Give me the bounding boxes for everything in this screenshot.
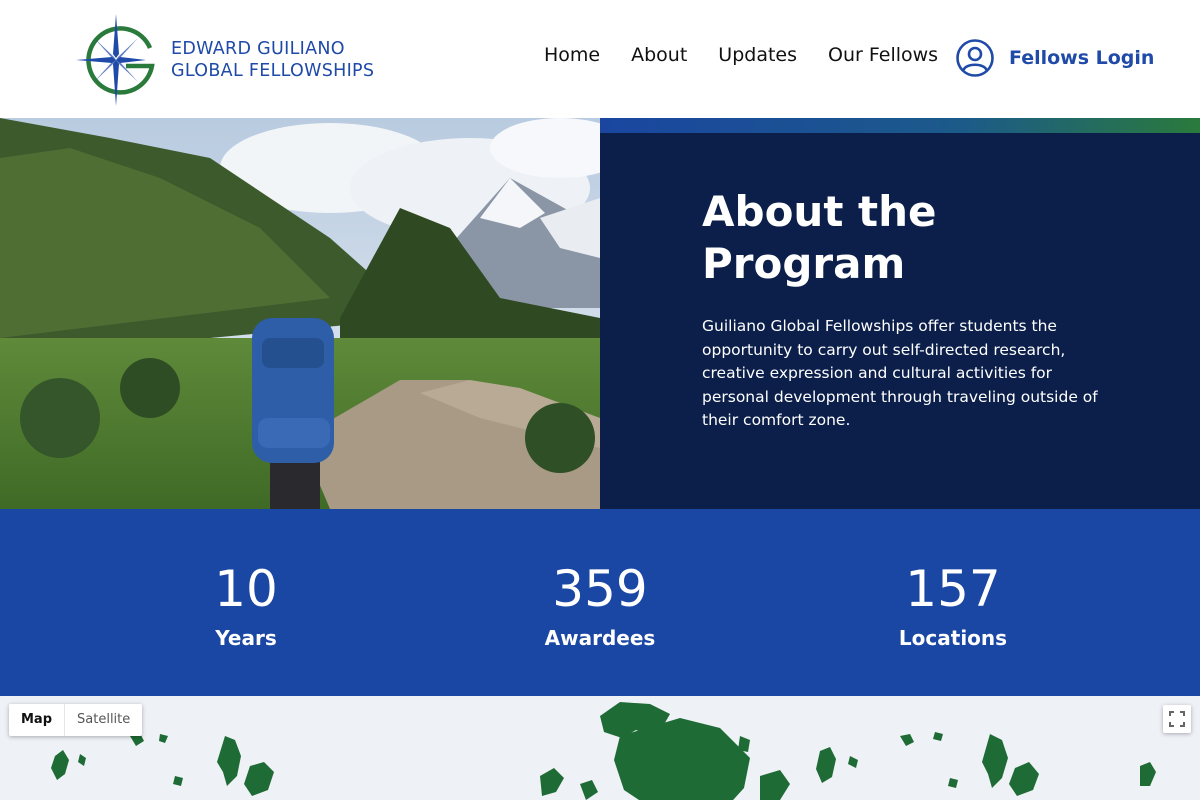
nav-updates[interactable]: Updates [718, 44, 797, 66]
stat-label: Locations [898, 626, 1008, 650]
logo-text: EDWARD GUILIANO GLOBAL FELLOWSHIPS [171, 38, 374, 82]
map-type-satellite-button[interactable]: Satellite [64, 704, 142, 736]
compass-logo-icon [76, 14, 155, 106]
nav-our-fellows[interactable]: Our Fellows [828, 44, 938, 66]
stat-label: Awardees [544, 626, 656, 650]
stat-awardees: 359 Awardees [480, 559, 720, 651]
stat-value: 157 [905, 560, 1001, 618]
hero-photo-illustration [0, 118, 600, 509]
map-landmass [51, 702, 1156, 800]
about-panel: About the Program Guiliano Global Fellow… [600, 118, 1200, 509]
nav-about[interactable]: About [631, 44, 687, 66]
login-label: Fellows Login [1009, 47, 1155, 69]
nav-home[interactable]: Home [544, 44, 600, 66]
site-header: EDWARD GUILIANO GLOBAL FELLOWSHIPS Home … [0, 0, 1200, 118]
logo-line-2: GLOBAL FELLOWSHIPS [171, 61, 375, 81]
stat-locations: 157 Locations [833, 559, 1073, 651]
stat-years: 10 Years [126, 559, 366, 651]
map-type-toggle: Map Satellite [9, 704, 143, 736]
fellows-login-link[interactable]: Fellows Login [955, 38, 1154, 78]
gradient-stripe [600, 118, 1200, 133]
map-type-map-button[interactable]: Map [9, 704, 64, 736]
fullscreen-icon [1169, 711, 1185, 727]
about-description: Guiliano Global Fellowships offer studen… [702, 317, 1098, 429]
fullscreen-button[interactable] [1163, 705, 1191, 733]
site-logo[interactable]: EDWARD GUILIANO GLOBAL FELLOWSHIPS [76, 14, 376, 106]
about-title: About the Program [702, 187, 937, 288]
stat-value: 359 [552, 560, 648, 618]
hero-image-hiker-mountains [0, 118, 600, 509]
stat-value: 10 [214, 560, 278, 618]
stat-label: Years [215, 626, 277, 650]
main-nav: Home About Updates Our Fellows [544, 44, 969, 66]
fellows-world-map[interactable]: Map Satellite [0, 696, 1200, 800]
logo-line-1: EDWARD GUILIANO [171, 39, 345, 59]
user-circle-icon [956, 39, 994, 77]
stats-bar: 10 Years 359 Awardees 157 Locations [0, 509, 1200, 696]
